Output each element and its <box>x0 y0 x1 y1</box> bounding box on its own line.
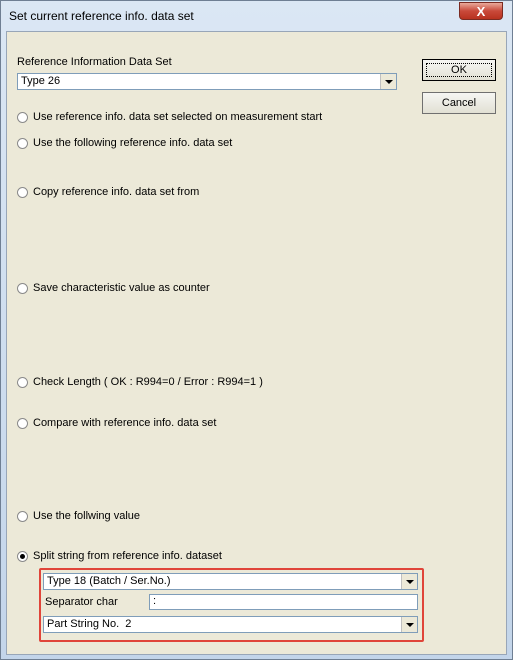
dropdown-arrow-icon[interactable] <box>401 617 417 632</box>
ok-button[interactable]: OK <box>422 59 496 81</box>
radio-save-as-counter[interactable] <box>17 283 28 294</box>
separator-char-label: Separator char <box>45 596 118 608</box>
cancel-button[interactable]: Cancel <box>422 92 496 114</box>
radio-label-save-as-counter: Save characteristic value as counter <box>33 282 210 294</box>
dialog-window: Set current reference info. data set X R… <box>0 0 513 660</box>
dropdown-arrow-icon[interactable] <box>401 574 417 589</box>
reference-data-set-dropdown[interactable]: Type 26 <box>17 73 397 90</box>
separator-char-value: : <box>153 595 157 607</box>
close-icon: X <box>476 4 486 19</box>
radio-label-use-following-value: Use the follwing value <box>33 510 141 522</box>
radio-use-following-value[interactable] <box>17 511 28 522</box>
part-string-value: Part String No. 2 <box>47 618 132 630</box>
dropdown-arrow-icon[interactable] <box>380 74 396 89</box>
radio-copy-data-set[interactable] <box>17 187 28 198</box>
reference-data-set-value: Type 26 <box>21 75 61 87</box>
radio-check-length[interactable] <box>17 377 28 388</box>
title-bar[interactable]: Set current reference info. data set X <box>1 1 512 31</box>
radio-label-split-string: Split string from reference info. datase… <box>33 550 222 562</box>
split-dataset-value: Type 18 (Batch / Ser.No.) <box>47 575 171 587</box>
separator-char-input[interactable]: : <box>149 594 418 610</box>
radio-label-check-length: Check Length ( OK : R994=0 / Error : R99… <box>33 376 263 388</box>
split-dataset-dropdown[interactable]: Type 18 (Batch / Ser.No.) <box>43 573 418 590</box>
dialog-client-area: Reference Information Data Set Type 26 O… <box>6 31 507 655</box>
radio-label-copy-data-set: Copy reference info. data set from <box>33 186 200 198</box>
close-button[interactable]: X <box>459 2 503 20</box>
radio-use-following-data-set[interactable] <box>17 138 28 149</box>
radio-compare-data-set[interactable] <box>17 418 28 429</box>
reference-data-set-label: Reference Information Data Set <box>17 56 172 68</box>
window-title: Set current reference info. data set <box>9 9 194 23</box>
radio-split-string[interactable] <box>17 551 28 562</box>
radio-label-compare-data-set: Compare with reference info. data set <box>33 417 217 429</box>
part-string-dropdown[interactable]: Part String No. 2 <box>43 616 418 633</box>
radio-label-use-selected-on-start: Use reference info. data set selected on… <box>33 111 323 123</box>
radio-use-selected-on-start[interactable] <box>17 112 28 123</box>
radio-label-use-following-data-set: Use the following reference info. data s… <box>33 137 233 149</box>
